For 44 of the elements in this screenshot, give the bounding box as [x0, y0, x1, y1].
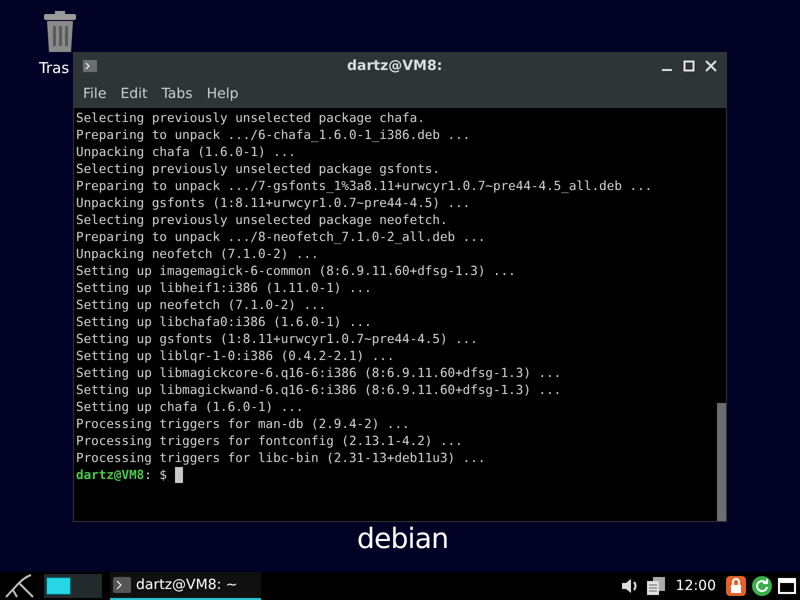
terminal-line: Processing triggers for libc-bin (2.31-13+deb11u3) ...	[76, 449, 486, 466]
terminal-icon	[83, 60, 97, 72]
terminal-line: Setting up libmagickcore-6.q16-6:i386 (8:6.9.11.60+dfsg-1.3) ...	[76, 364, 562, 381]
window-title: dartz@VM8:	[347, 56, 442, 76]
scrollbar-thumb[interactable]	[717, 403, 726, 521]
terminal-icon	[113, 577, 131, 593]
text-cursor	[175, 466, 183, 482]
terminal-line: Preparing to unpack .../7-gsfonts_1%3a8.11+urwcyr1.0.7~pre44-4.5_all.deb ...	[76, 177, 654, 194]
terminal-line: Processing triggers for man-db (2.9.4-2) ...	[76, 415, 411, 432]
terminal-line: Processing triggers for fontconfig (2.13.1-4.2) ...	[76, 432, 464, 449]
prompt-text: : $	[144, 466, 167, 483]
taskbar-task[interactable]: dartz@VM8: ~	[110, 572, 261, 600]
terminal-line: Setting up gsfonts (1:8.11+urwcyr1.0.7~pre44-4.5) ...	[76, 330, 479, 347]
terminal-line: Unpacking gsfonts (1:8.11+urwcyr1.0.7~pre44-4.5) ...	[76, 194, 472, 211]
window-icon[interactable]	[778, 578, 796, 594]
terminal-line: Preparing to unpack .../8-neofetch_7.1.0-2_all.deb ...	[76, 228, 486, 245]
menu-item[interactable]: Tabs	[162, 84, 193, 104]
icon-label: Tras	[39, 58, 70, 79]
clipboard-icon[interactable]	[646, 576, 666, 596]
terminal-line: Unpacking neofetch (7.1.0-2) ...	[76, 245, 320, 262]
terminal-line: Setting up libheif1:i386 (1.11.0-1) ...	[76, 279, 373, 296]
workspace-button[interactable]	[44, 574, 73, 598]
prompt-user: dartz@VM8	[76, 466, 144, 483]
trash-icon[interactable]	[42, 10, 78, 54]
terminal-line: Selecting previously unselected package chafa.	[76, 109, 426, 126]
maximize-button[interactable]	[683, 60, 695, 72]
terminal-line: Unpacking chafa (1.6.0-1) ...	[76, 143, 297, 160]
clock[interactable]: 12:00	[676, 576, 716, 596]
terminal-line: Setting up imagemagick-6-common (8:6.9.11.60+dfsg-1.3) ...	[76, 262, 517, 279]
menu-item[interactable]: Edit	[120, 84, 148, 104]
menu-item[interactable]: File	[83, 84, 106, 104]
terminal-line: Setting up libmagickwand-6.q16-6:i386 (8:6.9.11.60+dfsg-1.3) ...	[76, 381, 562, 398]
terminal-line: Setting up chafa (1.6.0-1) ...	[76, 398, 304, 415]
menu-item[interactable]: Help	[206, 84, 238, 104]
terminal-line: Setting up libchafa0:i386 (1.6.0-1) ...	[76, 313, 373, 330]
close-button[interactable]	[705, 60, 717, 72]
desktop-logo: debian	[357, 521, 448, 557]
terminal-line: Setting up liblqr-1-0:i386 (0.4.2-2.1) ...	[76, 347, 396, 364]
terminal-line: Preparing to unpack .../6-chafa_1.6.0-1_i386.deb ...	[76, 126, 472, 143]
terminal-line: Selecting previously unselected package gsfonts.	[76, 160, 441, 177]
refresh-icon[interactable]	[752, 576, 772, 596]
terminal-line: Selecting previously unselected package neofetch.	[76, 211, 449, 228]
lock-icon[interactable]	[726, 576, 746, 596]
terminal-line: Setting up neofetch (7.1.0-2) ...	[76, 296, 328, 313]
